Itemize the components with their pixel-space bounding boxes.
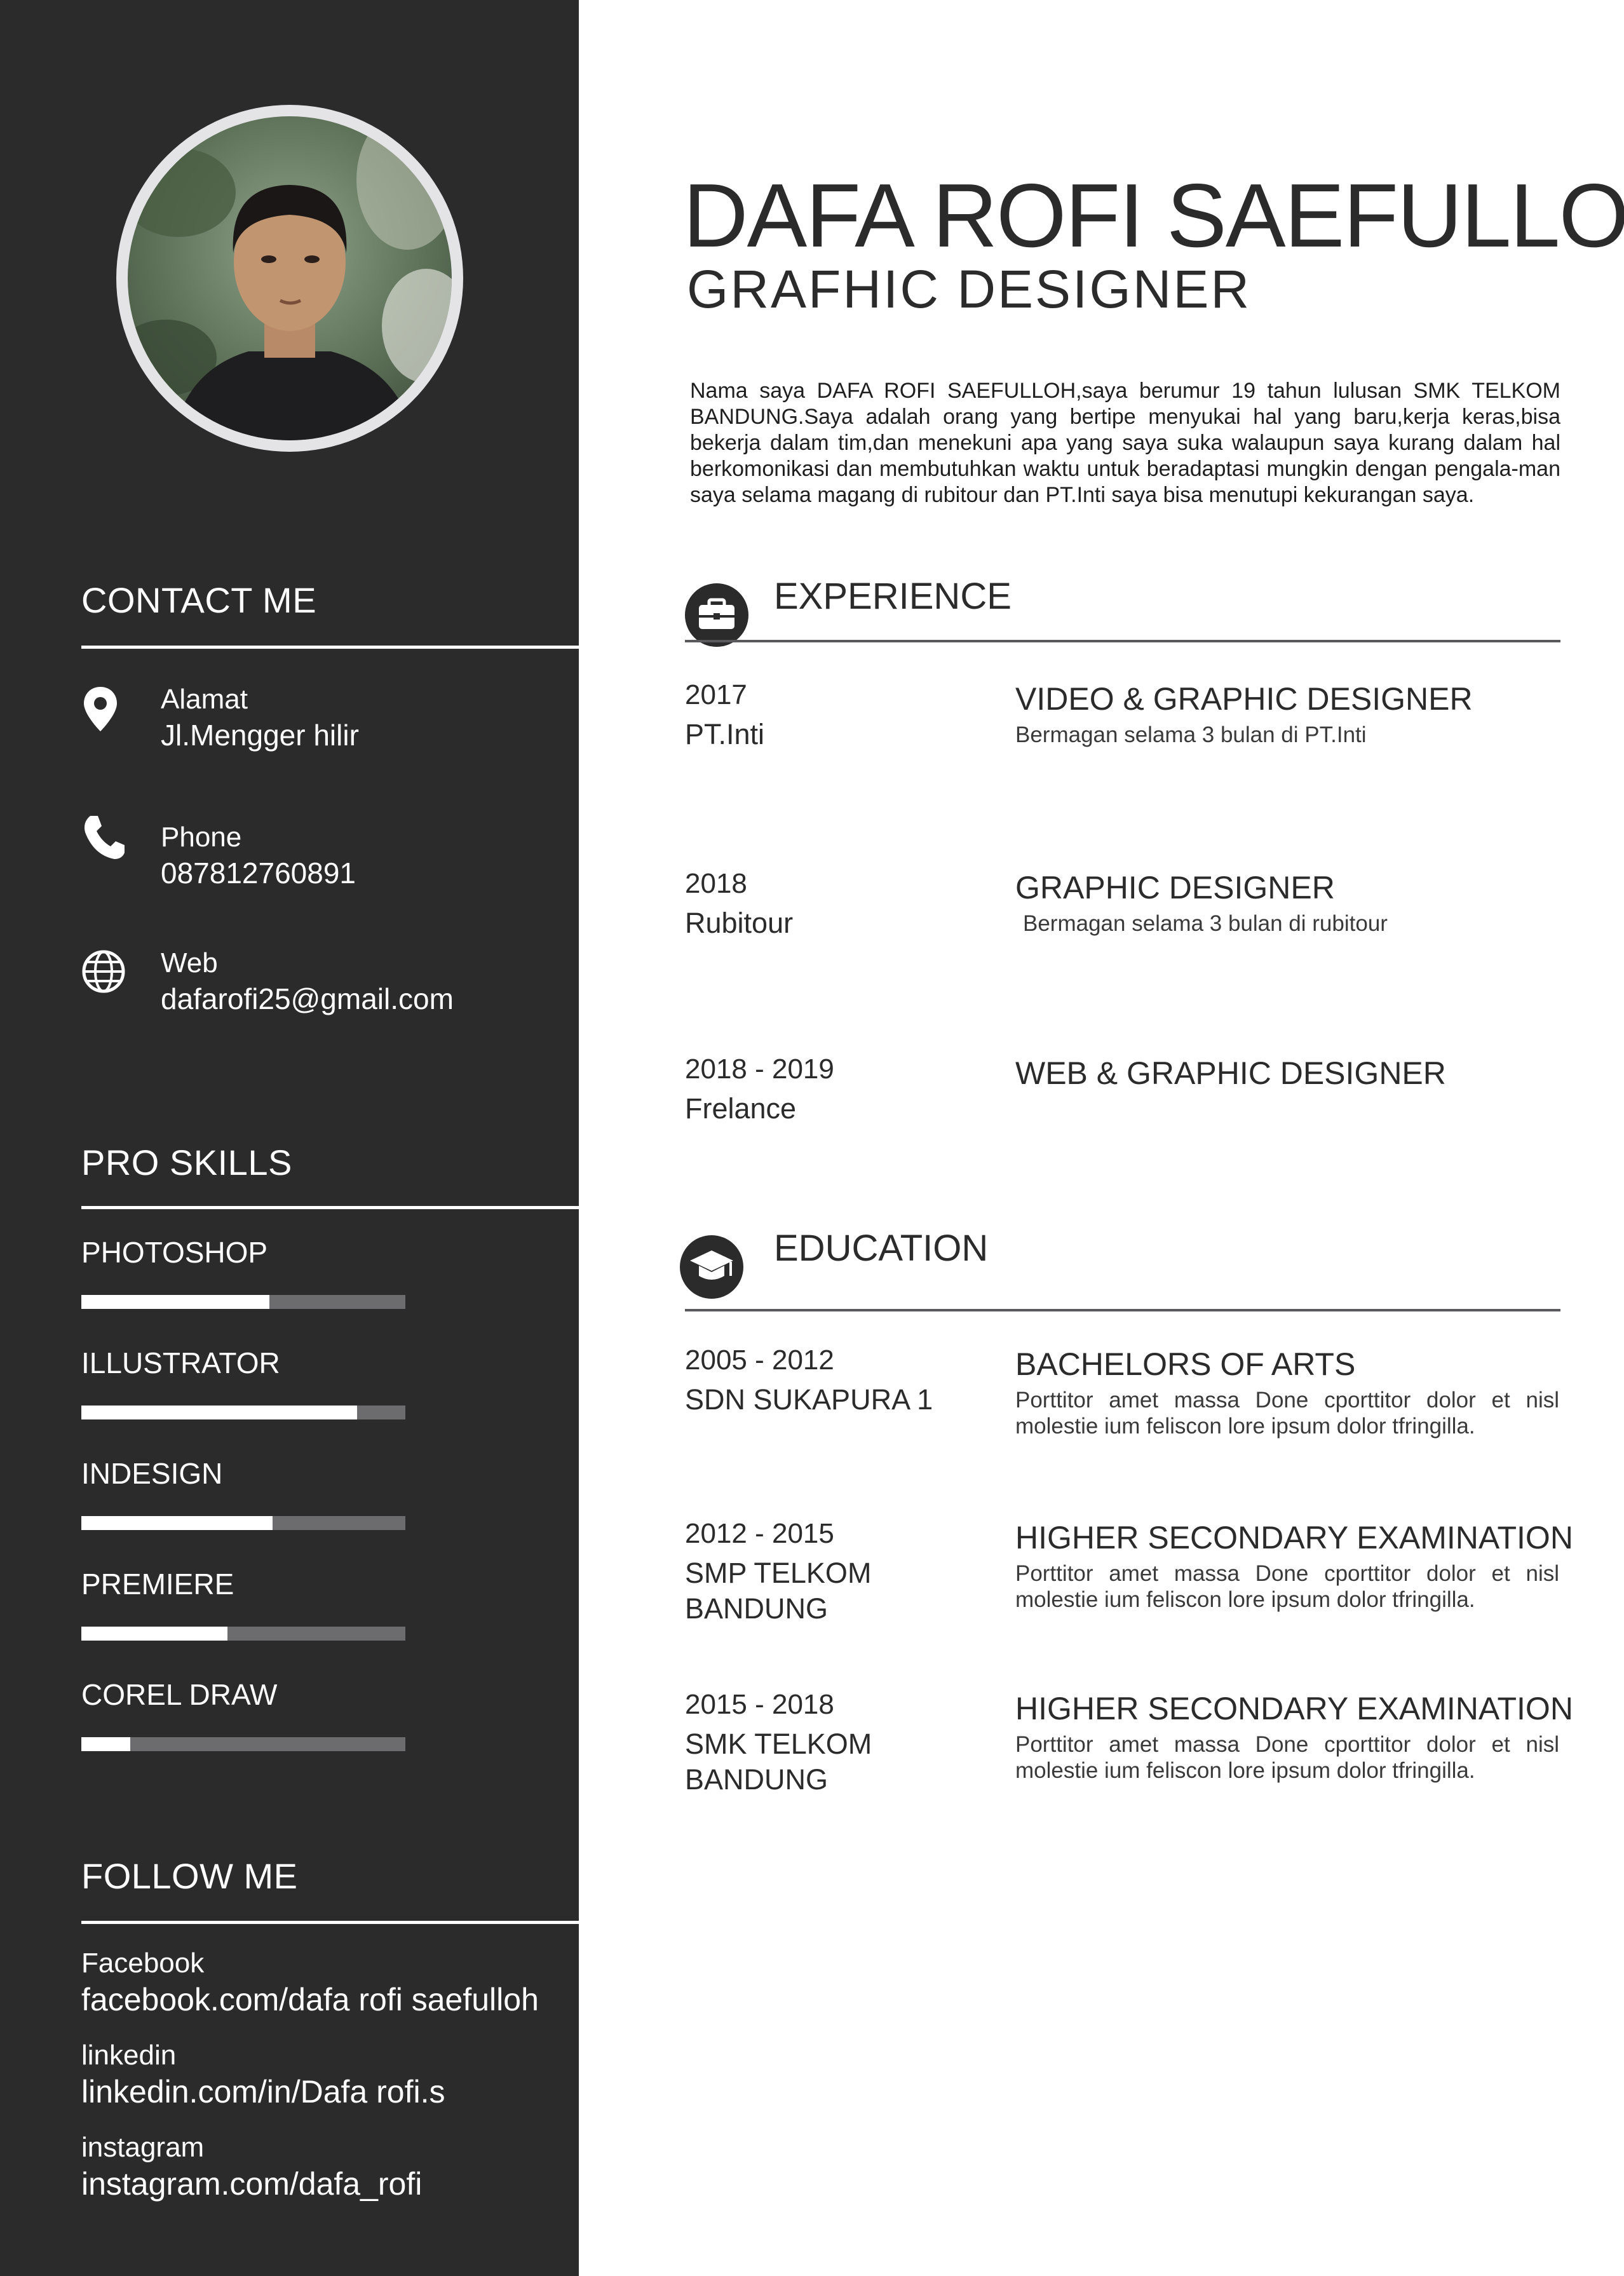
skill-bar-fill: [81, 1516, 273, 1530]
entry-date: 2012 - 2015: [685, 1518, 834, 1549]
contact-item-phone: Phone 087812760891: [81, 816, 564, 902]
contact-divider: [81, 646, 579, 649]
entry-description: Porttitor amet massa Done cporttitor dol…: [1015, 1732, 1559, 1783]
skill-name: PREMIERE: [81, 1568, 234, 1601]
facebook-link[interactable]: facebook.com/dafa rofi saefulloh: [81, 1981, 577, 2019]
skill-bar-fill: [81, 1295, 269, 1309]
entry-date: 2017: [685, 679, 747, 710]
skill-name: INDESIGN: [81, 1457, 223, 1490]
contact-item-address: Alamat Jl.Mengger hilir: [81, 682, 564, 764]
experience-heading: EXPERIENCE: [774, 576, 1012, 617]
sidebar: CONTACT ME Alamat Jl.Mengger hilir Phone…: [0, 0, 579, 2276]
entry-date: 2005 - 2012: [685, 1345, 834, 1376]
entry-title: HIGHER SECONDARY EXAMINATION: [1015, 1520, 1573, 1555]
contact-item-web: Web dafarofi25@gmail.com: [81, 945, 564, 1028]
entry-school: SMP TELKOM BANDUNG: [685, 1557, 872, 1625]
address-value: Jl.Mengger hilir: [161, 719, 359, 752]
briefcase-icon: [685, 583, 748, 647]
skills-divider: [81, 1206, 579, 1209]
social-label: linkedin: [81, 2040, 177, 2071]
phone-icon: [81, 813, 126, 862]
entry-organization: Frelance: [685, 1092, 797, 1125]
person-name: DAFA ROFI SAEFULLOH: [683, 165, 1624, 266]
skills-heading: PRO SKILLS: [81, 1142, 292, 1182]
skill-bar-fill: [81, 1737, 130, 1751]
entry-date: 2018: [685, 868, 747, 899]
entry-description: Porttitor amet massa Done cporttitor dol…: [1015, 1388, 1559, 1439]
entry-description: Bermagan selama 3 bulan di PT.Inti: [1015, 722, 1367, 747]
entry-organization: Rubitour: [685, 907, 794, 939]
social-linkedin: linkedin linkedin.com/in/Dafa rofi.s: [81, 2038, 577, 2111]
skill-bar: [81, 1516, 405, 1530]
skill-indesign: INDESIGN: [81, 1456, 405, 1530]
social-facebook: Facebook facebook.com/dafa rofi saefullo…: [81, 1946, 577, 2019]
entry-school: SDN SUKAPURA 1: [685, 1383, 933, 1416]
follow-heading: FOLLOW ME: [81, 1856, 298, 1896]
entry-date: 2018 - 2019: [685, 1053, 834, 1085]
skill-premiere: PREMIERE: [81, 1566, 405, 1641]
globe-icon: [81, 949, 126, 998]
skill-bar: [81, 1295, 405, 1309]
location-pin-icon: [81, 686, 126, 734]
about-paragraph: Nama saya DAFA ROFI SAEFULLOH,saya berum…: [690, 379, 1560, 507]
social-label: Facebook: [81, 1947, 205, 1979]
entry-title: VIDEO & GRAPHIC DESIGNER: [1015, 681, 1473, 717]
education-heading: EDUCATION: [774, 1228, 989, 1269]
profile-photo-frame: [116, 105, 463, 452]
entry-description: Porttitor amet massa Done cporttitor dol…: [1015, 1561, 1559, 1612]
skill-illustrator: ILLUSTRATOR: [81, 1345, 405, 1419]
skill-name: ILLUSTRATOR: [81, 1346, 280, 1379]
entry-title: BACHELORS OF ARTS: [1015, 1346, 1356, 1382]
skill-name: PHOTOSHOP: [81, 1236, 268, 1269]
experience-divider: [685, 640, 1560, 642]
follow-divider: [81, 1921, 579, 1924]
entry-title: GRAPHIC DESIGNER: [1015, 870, 1335, 905]
entry-title: HIGHER SECONDARY EXAMINATION: [1015, 1691, 1573, 1726]
contact-heading: CONTACT ME: [81, 580, 317, 620]
linkedin-link[interactable]: linkedin.com/in/Dafa rofi.s: [81, 2073, 577, 2111]
email-value[interactable]: dafarofi25@gmail.com: [161, 981, 454, 1017]
phone-value[interactable]: 087812760891: [161, 855, 356, 891]
education-divider: [685, 1309, 1560, 1311]
profile-photo: [128, 116, 452, 440]
instagram-link[interactable]: instagram.com/dafa_rofi: [81, 2165, 577, 2203]
skill-bar-fill: [81, 1406, 357, 1419]
skill-bar-fill: [81, 1627, 227, 1641]
entry-organization: PT.Inti: [685, 718, 765, 750]
contact-label: Alamat: [161, 684, 248, 715]
entry-date: 2015 - 2018: [685, 1689, 834, 1720]
skill-name: COREL DRAW: [81, 1678, 278, 1711]
entry-description: Bermagan selama 3 bulan di rubitour: [1023, 911, 1388, 936]
skill-bar: [81, 1737, 405, 1751]
entry-title: WEB & GRAPHIC DESIGNER: [1015, 1055, 1446, 1091]
entry-school: SMK TELKOM BANDUNG: [685, 1728, 872, 1796]
social-label: instagram: [81, 2132, 205, 2163]
skill-corel-draw: COREL DRAW: [81, 1677, 405, 1751]
skill-bar: [81, 1627, 405, 1641]
contact-label: Phone: [161, 822, 242, 853]
social-instagram: instagram instagram.com/dafa_rofi: [81, 2130, 577, 2203]
skill-bar: [81, 1406, 405, 1419]
graduation-cap-icon: [680, 1235, 743, 1299]
contact-label: Web: [161, 947, 218, 979]
skill-photoshop: PHOTOSHOP: [81, 1235, 405, 1309]
job-title: GRAFHIC DESIGNER: [687, 259, 1252, 319]
